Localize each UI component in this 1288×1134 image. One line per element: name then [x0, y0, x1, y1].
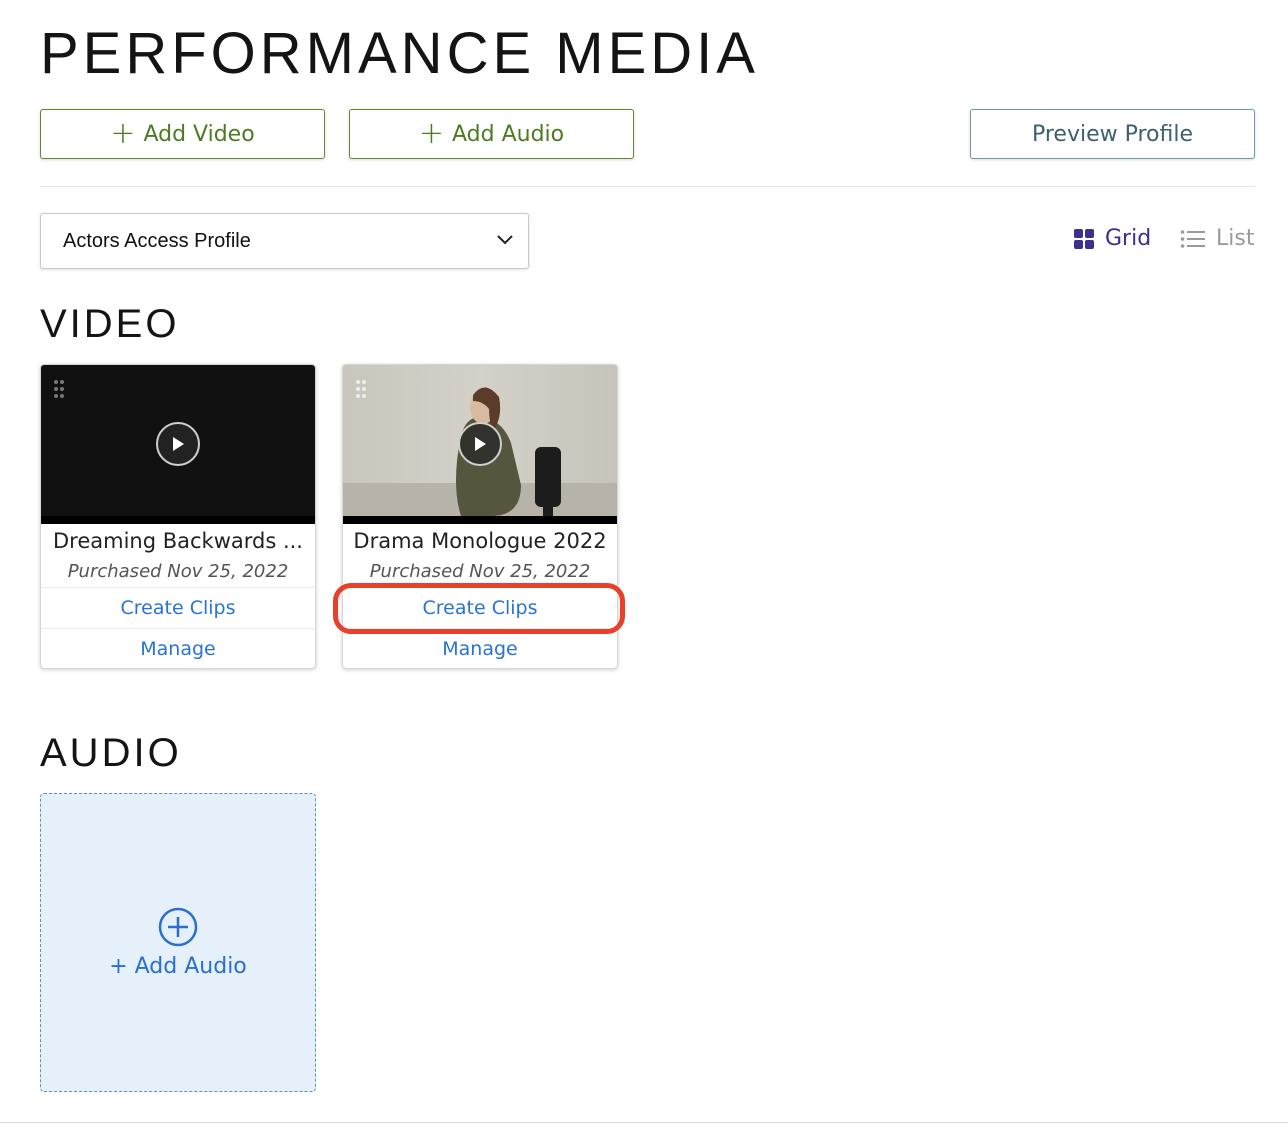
create-clips-link[interactable]: Create Clips [41, 587, 315, 628]
thumbnail-bar [343, 516, 617, 524]
add-audio-label: Add Audio [452, 121, 565, 147]
video-heading: VIDEO [40, 302, 180, 346]
thumbnail-bar [41, 516, 315, 524]
page-title: PERFORMANCE MEDIA [40, 21, 759, 86]
add-audio-tile-label: + Add Audio [109, 954, 247, 979]
video-card: Dreaming Backwards ... Purchased Nov 25,… [40, 364, 316, 669]
video-date: Purchased Nov 25, 2022 [369, 561, 591, 582]
divider [40, 186, 1255, 187]
video-title: Drama Monologue 2022 [353, 529, 607, 553]
create-clips-link[interactable]: Create Clips [343, 587, 617, 628]
list-view-toggle[interactable]: List [1180, 226, 1254, 251]
video-card: Drama Monologue 2022 Purchased Nov 25, 2… [342, 364, 618, 669]
video-date: Purchased Nov 25, 2022 [67, 561, 289, 582]
add-audio-tile[interactable]: + Add Audio [40, 793, 316, 1092]
grid-icon [1074, 228, 1094, 249]
plus-circle-icon [158, 907, 198, 947]
preview-profile-button[interactable]: Preview Profile [970, 109, 1255, 159]
add-audio-button[interactable]: + Add Audio [349, 109, 634, 159]
plus-icon: + [418, 116, 444, 151]
drag-handle-icon[interactable] [355, 379, 367, 399]
profile-select-value: Actors Access Profile [63, 229, 251, 252]
play-icon[interactable] [458, 422, 502, 466]
grid-label: Grid [1105, 226, 1152, 251]
list-label: List [1216, 226, 1255, 251]
drag-handle-icon[interactable] [53, 379, 65, 399]
video-thumbnail[interactable] [343, 365, 617, 524]
plus-icon: + [110, 116, 136, 151]
preview-profile-label: Preview Profile [1031, 121, 1194, 147]
manage-link[interactable]: Manage [343, 628, 617, 668]
list-icon [1180, 229, 1205, 248]
grid-view-toggle[interactable]: Grid [1073, 226, 1151, 251]
audio-heading: AUDIO [40, 731, 182, 775]
video-thumbnail[interactable] [41, 365, 315, 524]
add-video-label: Add Video [143, 121, 255, 147]
bottom-divider [0, 1122, 1288, 1123]
manage-link[interactable]: Manage [41, 628, 315, 668]
play-icon[interactable] [156, 422, 200, 466]
chevron-down-icon [497, 235, 513, 245]
add-video-button[interactable]: + Add Video [40, 109, 325, 159]
profile-select[interactable]: Actors Access Profile [40, 213, 529, 269]
video-title: Dreaming Backwards ... [52, 529, 303, 553]
